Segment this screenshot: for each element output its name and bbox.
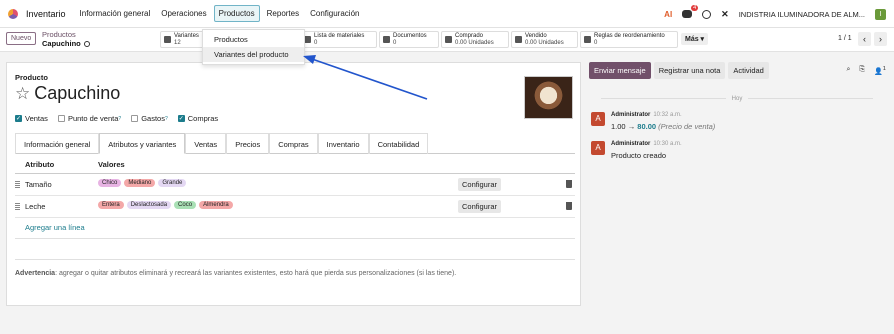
annotation-arrow-icon [303, 55, 428, 100]
